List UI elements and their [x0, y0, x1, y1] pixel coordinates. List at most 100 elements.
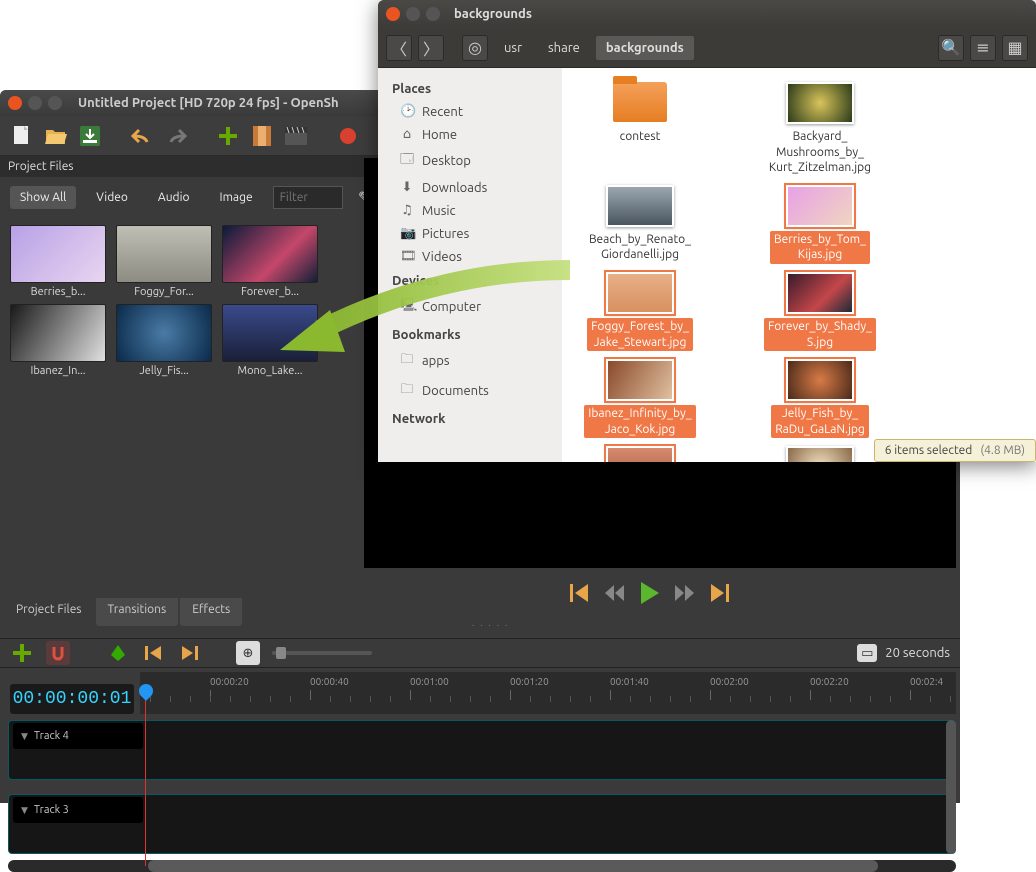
sidebar-item-recent[interactable]: 🕑Recent: [378, 100, 562, 123]
sidebar-item-label: Videos: [422, 250, 462, 264]
sidebar-item-documents[interactable]: 🗀Documents: [378, 376, 562, 406]
timeline-track-4[interactable]: ▼ Track 4: [8, 720, 956, 780]
undo-icon[interactable]: [130, 124, 154, 148]
thumbnail: [786, 359, 854, 401]
tab-project-files[interactable]: Project Files: [4, 598, 94, 626]
open-project-icon[interactable]: [44, 124, 68, 148]
timeline-ruler[interactable]: 00:00:2000:00:4000:01:0000:01:2000:01:40…: [140, 672, 956, 714]
filter-show-all-button[interactable]: Show All: [10, 186, 76, 209]
thumbnail: [10, 225, 106, 283]
file-item[interactable]: Ibanez_Infinity_by_Jaco_Kok.jpg: [570, 357, 710, 440]
preview-grip-icon[interactable]: . . . . .: [472, 618, 509, 628]
prev-marker-icon[interactable]: [142, 641, 166, 665]
track-header-4[interactable]: ▼ Track 4: [13, 723, 143, 749]
sidebar-item-downloads[interactable]: ⬇Downloads: [378, 176, 562, 199]
next-marker-icon[interactable]: [178, 641, 202, 665]
timeline-scrollbar-vertical[interactable]: [946, 720, 956, 854]
status-bar: 6 items selected (4.8 MB): [874, 439, 1036, 462]
new-project-icon[interactable]: [10, 124, 34, 148]
redo-icon[interactable]: [164, 124, 188, 148]
project-file-item[interactable]: Forever_b...: [220, 225, 320, 298]
ruler-tick: 00:01:00: [410, 676, 449, 687]
filmstrip-icon[interactable]: [250, 124, 274, 148]
forward-icon[interactable]: [674, 585, 696, 605]
window-maximize-icon[interactable]: [48, 96, 62, 110]
search-icon[interactable]: 🔍: [938, 35, 964, 61]
grid-view-icon[interactable]: ▦: [1002, 35, 1028, 61]
file-item[interactable]: Mono_Lake_by_Angela_Henderson.jpg: [570, 444, 710, 462]
filter-video-button[interactable]: Video: [86, 186, 138, 209]
file-item[interactable]: Foggy_Forest_by_Jake_Stewart.jpg: [570, 270, 710, 353]
scrollbar-thumb[interactable]: [148, 860, 878, 872]
file-item[interactable]: Berries_by_Tom_Kijas.jpg: [750, 183, 890, 266]
save-project-icon[interactable]: [78, 124, 102, 148]
sidebar-item-apps[interactable]: 🗀apps: [378, 346, 562, 376]
filter-input[interactable]: [273, 186, 343, 209]
window-maximize-icon[interactable]: [426, 7, 440, 21]
file-item[interactable]: Partitura_by_: [750, 444, 890, 462]
snap-icon[interactable]: [46, 641, 70, 665]
playhead[interactable]: [145, 686, 146, 866]
filter-audio-button[interactable]: Audio: [148, 186, 200, 209]
project-file-item[interactable]: Foggy_For...: [114, 225, 214, 298]
path-segment-usr[interactable]: usr: [494, 36, 532, 60]
thumbnail: [786, 185, 854, 227]
thumbnail: [606, 359, 674, 401]
file-item[interactable]: Jelly_Fish_by_RaDu_GaLaN.jpg: [750, 357, 890, 440]
tab-effects[interactable]: Effects: [180, 598, 242, 626]
clapper-icon[interactable]: [284, 124, 308, 148]
window-minimize-icon[interactable]: [406, 7, 420, 21]
import-files-icon[interactable]: [216, 124, 240, 148]
sidebar-item-videos[interactable]: 🎞 Videos: [378, 245, 562, 268]
add-track-icon[interactable]: [10, 641, 34, 665]
play-icon[interactable]: [640, 582, 660, 608]
sidebar-item-home[interactable]: ⌂Home: [378, 123, 562, 146]
project-file-item[interactable]: Berries_b...: [8, 225, 108, 298]
chevron-down-icon[interactable]: ▼: [21, 731, 28, 742]
zoom-target-icon[interactable]: ⊕: [236, 641, 260, 665]
path-segment-share[interactable]: share: [538, 36, 590, 60]
window-close-icon[interactable]: [386, 7, 400, 21]
timeline-scrollbar-horizontal[interactable]: [8, 860, 956, 872]
jump-end-icon[interactable]: [710, 584, 730, 606]
project-file-item[interactable]: Jelly_Fis...: [114, 304, 214, 377]
transport-controls: [570, 582, 730, 608]
folder-item[interactable]: contest: [570, 80, 710, 179]
marker-icon[interactable]: [106, 641, 130, 665]
timeline-track-3[interactable]: ▼ Track 3: [8, 794, 956, 854]
file-item[interactable]: Forever_by_Shady_S.jpg: [750, 270, 890, 353]
record-icon[interactable]: [336, 124, 360, 148]
project-file-item[interactable]: Mono_Lake...: [220, 304, 320, 377]
list-view-icon[interactable]: ≡: [970, 35, 996, 61]
sidebar-item-computer[interactable]: 🖳Computer: [378, 292, 562, 322]
file-label: Foggy_For...: [116, 286, 212, 298]
window-minimize-icon[interactable]: [28, 96, 42, 110]
project-file-item[interactable]: Ibanez_In...: [8, 304, 108, 377]
nav-back-button[interactable]: 〈: [386, 35, 412, 61]
place-icon: 🎞: [400, 249, 414, 264]
zoom-slider[interactable]: [272, 651, 372, 655]
path-segment-backgrounds[interactable]: backgrounds: [596, 36, 694, 60]
tab-transitions[interactable]: Transitions: [96, 598, 179, 626]
nautilus-files-grid[interactable]: contest Backyard_Mushrooms_by_Kurt_Zitze…: [562, 68, 1036, 462]
sidebar-item-music[interactable]: ♫Music: [378, 199, 562, 222]
thumbnail: [606, 185, 674, 227]
chevron-down-icon[interactable]: ▼: [21, 805, 28, 816]
sidebar-item-desktop[interactable]: 🗔Desktop: [378, 146, 562, 176]
disk-icon[interactable]: ◎: [462, 35, 488, 61]
sidebar-heading-network: Network: [378, 406, 562, 430]
rewind-icon[interactable]: [604, 585, 626, 605]
nav-forward-button[interactable]: 〉: [418, 35, 444, 61]
place-icon: 🗔: [400, 150, 414, 172]
thumbnail: [116, 304, 212, 362]
file-label: Berries_by_Tom_Kijas.jpg: [770, 231, 870, 264]
window-close-icon[interactable]: [8, 96, 22, 110]
place-icon: 📷: [400, 226, 414, 241]
sidebar-item-pictures[interactable]: 📷Pictures: [378, 222, 562, 245]
file-item[interactable]: Backyard_Mushrooms_by_Kurt_Zitzelman.jpg: [750, 80, 890, 179]
jump-start-icon[interactable]: [570, 584, 590, 606]
track-header-3[interactable]: ▼ Track 3: [13, 797, 143, 823]
file-item[interactable]: Beach_by_Renato_Giordanelli.jpg: [570, 183, 710, 266]
zoom-snapshot-icon[interactable]: ▭: [857, 644, 877, 662]
filter-image-button[interactable]: Image: [210, 186, 263, 209]
